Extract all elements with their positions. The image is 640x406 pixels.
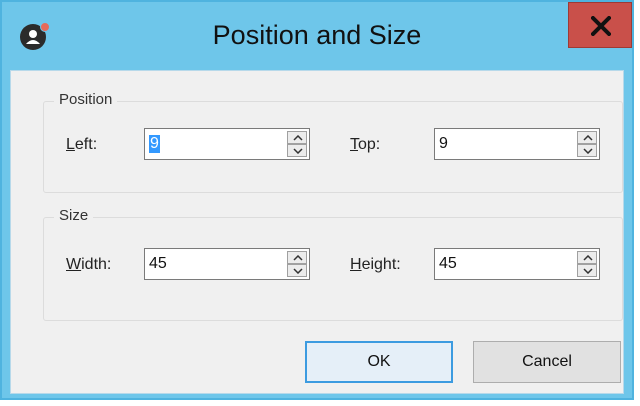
position-group: Position Left: 9 Top: 9 <box>43 91 623 193</box>
width-label: Width: <box>66 256 112 273</box>
width-increment-button[interactable] <box>287 251 307 264</box>
top-label: Top: <box>350 136 381 153</box>
top-value[interactable]: 9 <box>439 135 448 153</box>
left-label: Left: <box>66 136 98 153</box>
left-decrement-button[interactable] <box>287 144 307 157</box>
dialog-body: Position Left: 9 Top: 9 Size Width: 45 H… <box>10 70 624 394</box>
width-value[interactable]: 45 <box>149 255 167 273</box>
top-increment-button[interactable] <box>577 131 597 144</box>
left-value[interactable]: 9 <box>149 135 160 153</box>
height-decrement-button[interactable] <box>577 264 597 277</box>
chevron-down-icon <box>583 148 593 154</box>
chevron-down-icon <box>293 268 303 274</box>
chevron-up-icon <box>293 255 303 261</box>
height-increment-button[interactable] <box>577 251 597 264</box>
position-group-label: Position <box>54 91 118 108</box>
chevron-up-icon <box>583 135 593 141</box>
close-button[interactable] <box>568 2 632 48</box>
top-spinbox[interactable]: 9 <box>434 128 600 160</box>
chevron-up-icon <box>293 135 303 141</box>
close-icon <box>591 16 611 36</box>
ok-button[interactable]: OK <box>305 341 453 383</box>
height-spinbox[interactable]: 45 <box>434 248 600 280</box>
chevron-up-icon <box>583 255 593 261</box>
position-size-dialog: Position and Size Position Left: 9 Top: … <box>0 0 634 400</box>
chevron-down-icon <box>293 148 303 154</box>
cancel-button[interactable]: Cancel <box>473 341 621 383</box>
width-decrement-button[interactable] <box>287 264 307 277</box>
dialog-title: Position and Size <box>212 20 422 50</box>
size-group: Size Width: 45 Height: 45 <box>43 207 623 321</box>
size-group-label: Size <box>54 207 94 224</box>
chevron-down-icon <box>583 268 593 274</box>
height-label: Height: <box>350 256 401 273</box>
left-spinbox[interactable]: 9 <box>144 128 310 160</box>
height-value[interactable]: 45 <box>439 255 457 273</box>
width-spinbox[interactable]: 45 <box>144 248 310 280</box>
title-bar[interactable]: Position and Size <box>2 2 632 70</box>
left-increment-button[interactable] <box>287 131 307 144</box>
top-decrement-button[interactable] <box>577 144 597 157</box>
